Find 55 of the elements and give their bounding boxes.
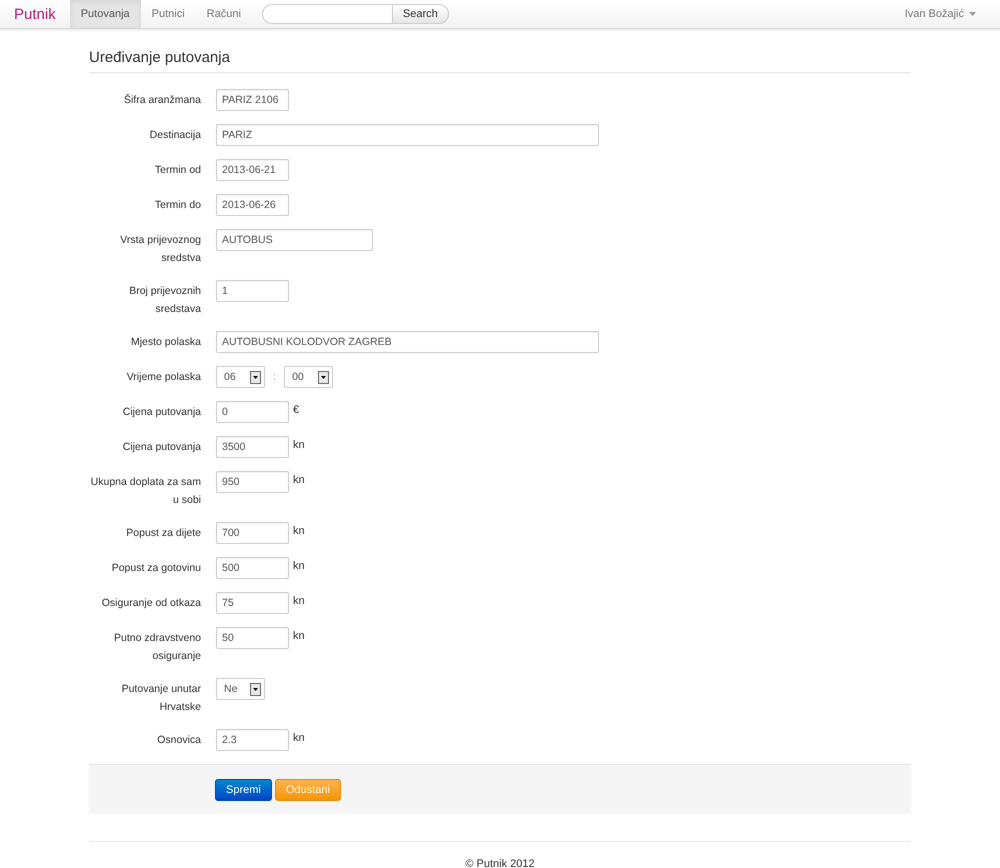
text-field[interactable]: 950 <box>216 471 289 493</box>
footer-text: © Putnik 2012 <box>465 858 535 868</box>
unit-label: kn <box>293 559 305 574</box>
text-field[interactable]: 2013-06-26 <box>216 194 289 216</box>
field-label: Putovanje unutar Hrvatske <box>120 682 201 715</box>
nav-tab[interactable]: Računi <box>196 0 252 28</box>
field-label: Osnovica <box>156 733 201 748</box>
unit-label: kn <box>293 524 305 539</box>
text-field[interactable]: 700 <box>216 522 289 544</box>
text-field[interactable]: PARIZ <box>216 124 599 146</box>
field-label: Osiguranje od otkaza <box>100 596 201 611</box>
nav-tab[interactable]: Putovanja <box>70 0 141 28</box>
field-label: Vrijeme polaska <box>126 370 201 385</box>
unit-label: € <box>293 403 300 418</box>
unit-label: kn <box>293 473 305 488</box>
field-label: Mjesto polaska <box>130 335 201 350</box>
text-field[interactable]: 50 <box>216 627 289 649</box>
action-button[interactable]: Spremi <box>215 778 272 800</box>
text-field[interactable]: 3500 <box>216 436 289 458</box>
field-label: Putno zdravstveno osiguranje <box>113 631 201 664</box>
unit-label: kn <box>293 731 305 746</box>
text-field[interactable]: 2013-06-21 <box>216 159 289 181</box>
text-field[interactable]: AUTOBUS <box>216 229 373 251</box>
field-label: Termin od <box>154 163 201 178</box>
field-label: Šifra aranžmana <box>122 92 201 108</box>
field-label: Popust za dijete <box>125 526 201 541</box>
text-field[interactable]: 75 <box>216 592 289 614</box>
search-field[interactable] <box>262 4 392 24</box>
unit-label: kn <box>293 594 305 609</box>
field-label: Destinacija <box>148 128 201 143</box>
time-separator: : <box>272 370 278 385</box>
dropdown[interactable]: 06 <box>216 366 265 388</box>
field-label: Ukupna doplata za sam u sobi <box>90 475 201 508</box>
page-title: Uređivanje putovanja <box>89 49 911 73</box>
field-label: Broj prijevoznih sredstava <box>128 284 201 317</box>
search-button[interactable]: Search <box>392 4 449 24</box>
text-field[interactable]: 2.3 <box>216 729 289 751</box>
nav-tab[interactable]: Putnici <box>140 0 196 28</box>
text-field[interactable]: PARIZ 2106 <box>216 89 289 111</box>
field-label: Cijena putovanja <box>122 405 201 420</box>
caret-icon <box>969 12 976 16</box>
unit-label: kn <box>293 438 305 453</box>
brand-link[interactable]: Putnik <box>6 0 70 28</box>
dropdown[interactable]: 00 <box>284 366 334 388</box>
dropdown[interactable]: Ne <box>216 678 265 700</box>
field-label: Termin do <box>154 198 201 213</box>
user-menu[interactable]: Ivan Božajić <box>904 8 964 20</box>
field-label: Cijena putovanja <box>122 440 201 455</box>
text-field[interactable]: 0 <box>216 401 289 423</box>
field-label: Vrsta prijevoznog sredstva <box>119 233 201 266</box>
text-field[interactable]: AUTOBUSNI KOLODVOR ZAGREB <box>216 331 599 353</box>
text-field[interactable]: 500 <box>216 557 289 579</box>
unit-label: kn <box>293 629 305 644</box>
text-field[interactable]: 1 <box>216 280 289 302</box>
field-label: Popust za gotovinu <box>110 561 201 576</box>
